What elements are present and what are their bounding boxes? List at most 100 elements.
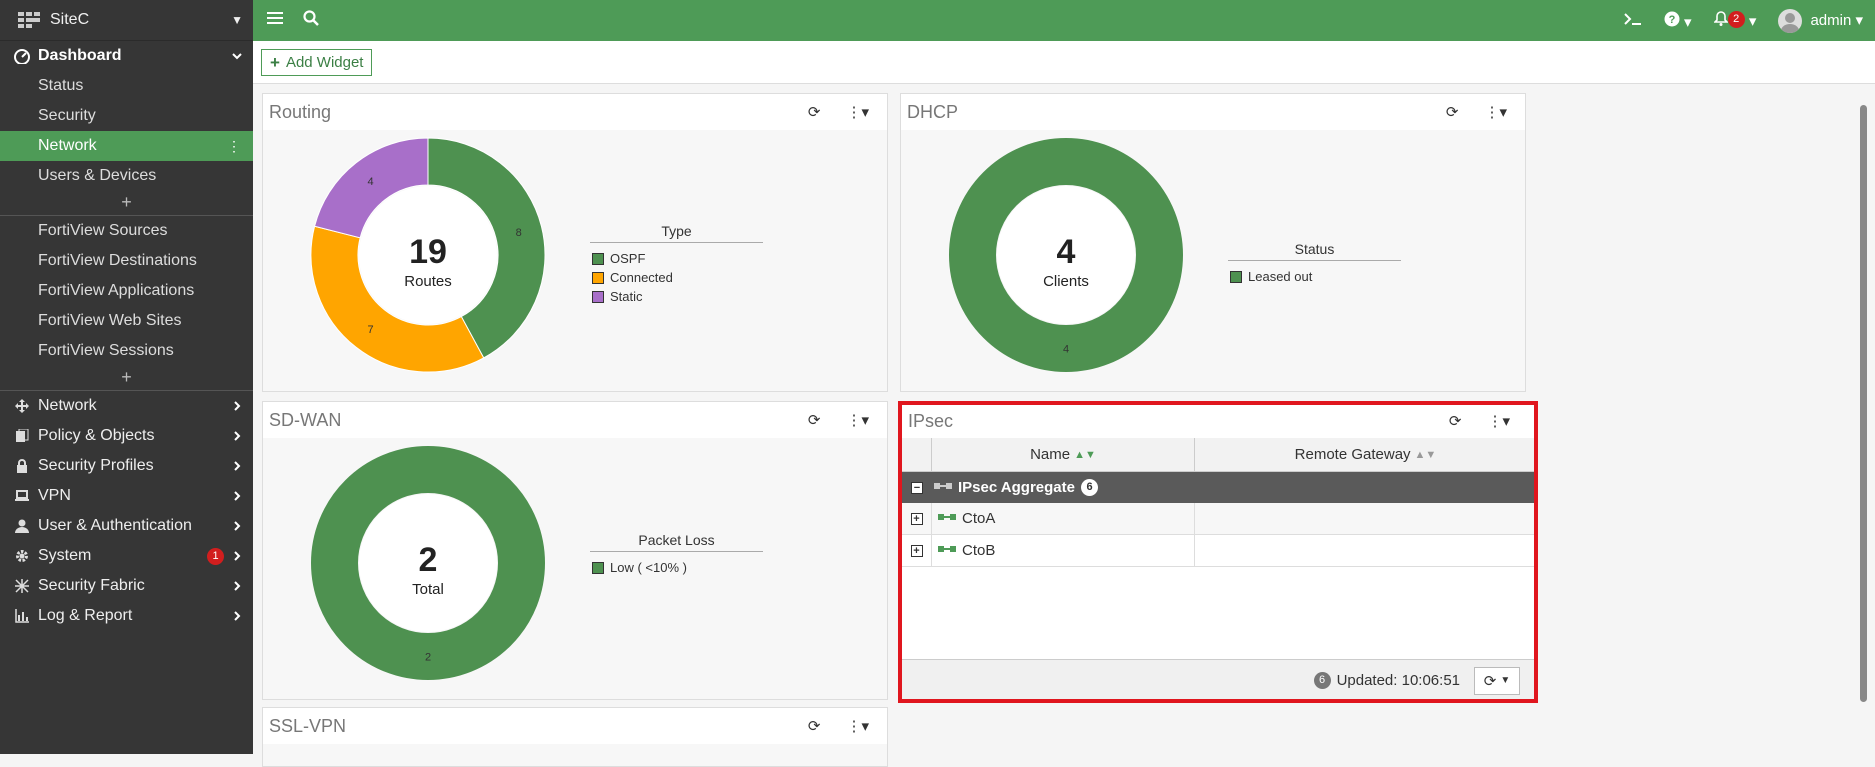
- refresh-icon[interactable]: ⟳: [1446, 103, 1459, 121]
- chevron-right-icon: [231, 549, 243, 567]
- chevron-right-icon: [231, 459, 243, 477]
- sidebar-item-label: FortiView Destinations: [38, 252, 197, 269]
- refresh-icon[interactable]: ⟳: [1449, 412, 1462, 430]
- slice-value-label: 8: [516, 227, 522, 239]
- chevron-right-icon: [231, 399, 243, 417]
- ipsec-widget: IPsec ⟳ ⋮▾ Name ▲▼ Remote Gateway ▲▼ − IPse…: [901, 402, 1537, 702]
- kebab-icon[interactable]: ⋮: [227, 138, 241, 155]
- chevron-down-icon: [231, 49, 243, 67]
- scrollbar[interactable]: [1860, 105, 1867, 702]
- sidebar-item-fortiview-web-sites[interactable]: FortiView Web Sites: [0, 306, 253, 336]
- help-icon[interactable]: ? ▾: [1664, 11, 1692, 31]
- sidebar-item-label: FortiView Web Sites: [38, 312, 182, 329]
- donut-center-label: Clients: [1043, 273, 1089, 290]
- add-fortiview-button[interactable]: +: [0, 366, 253, 390]
- legend-item: Low ( <10% ): [590, 558, 763, 577]
- fortigate-logo-icon: [18, 12, 40, 28]
- expand-column-header: [902, 438, 932, 471]
- sidebar: SiteC ▼ Dashboard Status Security Networ…: [0, 0, 253, 754]
- sidebar-item-label: Security Fabric: [38, 577, 145, 594]
- expand-icon[interactable]: +: [910, 512, 923, 525]
- refresh-dropdown-button[interactable]: ⟳ ▼: [1474, 666, 1520, 695]
- widget-title: Routing: [269, 101, 332, 122]
- sidebar-item-fortiview-destinations[interactable]: FortiView Destinations: [0, 246, 253, 276]
- sidebar-item-users-devices[interactable]: Users & Devices: [0, 161, 253, 191]
- sidebar-item-network-dashboard[interactable]: Network ⋮: [0, 131, 253, 161]
- sidebar-item-vpn[interactable]: VPN: [0, 481, 253, 511]
- caret-down-icon: ▼: [231, 13, 243, 27]
- kebab-menu-icon[interactable]: ⋮▾: [1484, 103, 1507, 121]
- sidebar-item-fortiview-applications[interactable]: FortiView Applications: [0, 276, 253, 306]
- dhcp-legend: Status Leased out: [1228, 241, 1401, 286]
- sidebar-item-fortiview-sources[interactable]: FortiView Sources: [0, 216, 253, 246]
- collapse-icon[interactable]: −: [911, 481, 923, 494]
- sidebar-item-security[interactable]: Security: [0, 101, 253, 131]
- sidebar-item-dashboard[interactable]: Dashboard: [0, 41, 253, 71]
- caret-down-icon: ▼: [1500, 675, 1511, 686]
- kebab-menu-icon[interactable]: ⋮▾: [846, 411, 869, 429]
- search-icon[interactable]: [303, 10, 319, 31]
- sidebar-item-security-fabric[interactable]: Security Fabric: [0, 571, 253, 601]
- chevron-right-icon: [231, 429, 243, 447]
- ipsec-footer: 6 Updated: 10:06:51 ⟳ ▼: [902, 659, 1536, 701]
- network-icon: [14, 398, 30, 414]
- routing-legend: Type OSPF Connected Static: [590, 223, 763, 306]
- sidebar-item-policy-objects[interactable]: Policy & Objects: [0, 421, 253, 451]
- dashboard-toolbar: + Add Widget: [253, 41, 1875, 84]
- sidebar-item-status[interactable]: Status: [0, 71, 253, 101]
- table-row[interactable]: + CtoA: [902, 503, 1536, 535]
- sidebar-item-fortiview-sessions[interactable]: FortiView Sessions: [0, 336, 253, 366]
- sidebar-item-log-report[interactable]: Log & Report: [0, 601, 253, 631]
- user-menu[interactable]: admin ▾: [1778, 8, 1863, 33]
- sort-icon: ▲▼: [1414, 448, 1437, 461]
- sidebar-item-network[interactable]: Network: [0, 391, 253, 421]
- sidebar-item-label: User & Authentication: [38, 517, 192, 534]
- aggregate-name: IPsec Aggregate: [958, 479, 1075, 496]
- tunnel-name: CtoB: [962, 542, 996, 559]
- top-bar: ? ▾ 2 ▾ admin ▾: [253, 0, 1875, 41]
- sidebar-item-label: VPN: [38, 487, 71, 504]
- sdwan-widget: SD-WAN ⟳ ⋮▾ 2 2 Total Packet Loss Low ( <10…: [262, 401, 888, 700]
- sidebar-item-user-authentication[interactable]: User & Authentication: [0, 511, 253, 541]
- sidebar-item-label: FortiView Sources: [38, 222, 168, 239]
- site-selector[interactable]: SiteC ▼: [0, 0, 253, 41]
- svg-text:?: ?: [1668, 14, 1675, 26]
- kebab-menu-icon[interactable]: ⋮▾: [846, 717, 869, 735]
- widget-title: IPsec: [908, 410, 954, 431]
- cli-console-icon[interactable]: [1624, 12, 1642, 30]
- column-header-name[interactable]: Name ▲▼: [932, 438, 1195, 471]
- sdwan-legend: Packet Loss Low ( <10% ): [590, 532, 763, 577]
- sidebar-item-system[interactable]: System 1: [0, 541, 253, 571]
- table-row[interactable]: + CtoB: [902, 535, 1536, 567]
- add-widget-label: Add Widget: [285, 54, 364, 71]
- notifications-button[interactable]: 2 ▾: [1712, 11, 1756, 30]
- ipsec-aggregate-row[interactable]: − IPsec Aggregate 6: [902, 472, 1536, 503]
- refresh-icon[interactable]: ⟳: [808, 411, 821, 429]
- sidebar-item-label: System: [38, 547, 92, 564]
- column-header-remote-gateway[interactable]: Remote Gateway ▲▼: [1195, 438, 1536, 471]
- kebab-menu-icon[interactable]: ⋮▾: [846, 103, 869, 121]
- add-widget-button[interactable]: + Add Widget: [261, 49, 373, 76]
- kebab-menu-icon[interactable]: ⋮▾: [1487, 412, 1510, 430]
- vpn-tunnel-icon: [938, 510, 956, 527]
- refresh-icon[interactable]: ⟳: [808, 103, 821, 121]
- chevron-right-icon: [231, 489, 243, 507]
- sidebar-item-label: Users & Devices: [38, 167, 157, 184]
- sort-icon: ▲▼: [1074, 448, 1096, 461]
- slice-value-label: 4: [368, 176, 374, 188]
- fabric-icon: [14, 578, 30, 594]
- hamburger-menu-icon[interactable]: [267, 11, 283, 30]
- add-dashboard-button[interactable]: +: [0, 191, 253, 215]
- donut-center-label: Total: [412, 581, 444, 598]
- slice-value-label: 4: [1063, 344, 1069, 356]
- plus-icon: +: [270, 52, 280, 72]
- chevron-right-icon: [231, 579, 243, 597]
- refresh-icon[interactable]: ⟳: [808, 717, 821, 735]
- donut-center-label: Routes: [404, 273, 452, 290]
- sidebar-item-label: Policy & Objects: [38, 427, 155, 444]
- donut-center-value: 19: [409, 233, 447, 271]
- sidebar-item-security-profiles[interactable]: Security Profiles: [0, 451, 253, 481]
- bell-icon: [1712, 11, 1729, 26]
- sidebar-item-label: Security: [38, 107, 96, 124]
- expand-icon[interactable]: +: [910, 544, 923, 557]
